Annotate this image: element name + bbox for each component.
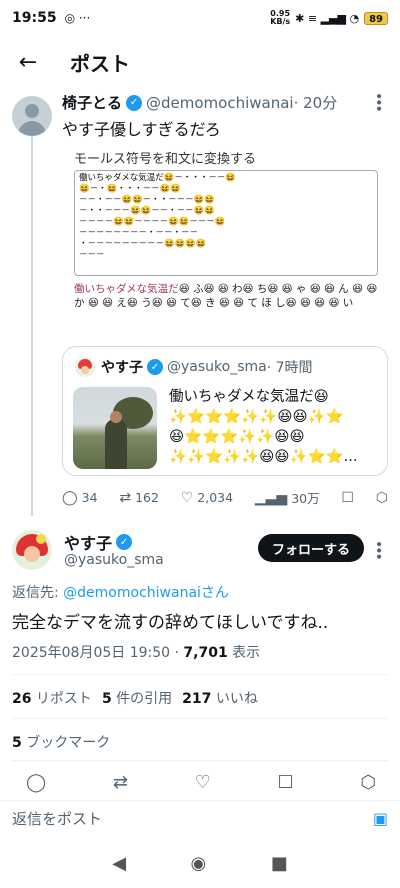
network-speed: 0.95 KB/s [270,9,291,26]
views-icon: ▁▃▅ [254,489,288,506]
repost-button[interactable]: ⇄ 162 [119,490,159,506]
reply-to-line: 返信先: @demomochiwanaiさん [12,585,229,601]
nav-home-icon[interactable]: ◉ [191,853,207,874]
page-title: ポスト [70,51,130,76]
like-button[interactable]: ♡ 2,034 [181,490,233,506]
share-icon: ⬡ [375,489,388,506]
main-action-row: ◯ ⇄ ♡ ☐ ⬡ [26,772,376,793]
follow-button[interactable]: フォローする [258,534,364,562]
divider [12,760,388,761]
back-arrow-icon[interactable]: ← [0,36,56,88]
heart-icon: ♡ [180,489,194,506]
post-header: 椅子とる ✓ @demomochiwanai · 20分 [62,92,392,113]
views-button[interactable]: ▁▃▅ 30万 [255,488,320,507]
quote-author-name: やす子 [101,360,143,376]
attached-image[interactable]: モールス符号を和文に変換する 働いちゃダメな気温だ😆－・・・－－😆 😆－・😆・・… [62,142,388,334]
photo-person [105,419,127,469]
quote-photo [73,387,157,469]
verified-badge-icon: ✓ [126,94,143,111]
post-time: · 20分 [293,94,338,112]
main-author-name[interactable]: やす子 [64,530,112,554]
connectivity-icons: ✱ ≡ ▂▄▆ ◔ [295,11,360,25]
status-bar: 19:55 ◎ ··· 0.95 KB/s ✱ ≡ ▂▄▆ ◔ 89 [0,0,400,36]
engagement-stats: 26 リポスト 5 件の引用 217 いいね [12,688,258,708]
nav-back-icon[interactable]: ◀ [112,853,126,874]
heart-icon[interactable]: ♡ [195,772,211,793]
bookmarks-stat: 5 ブックマーク [12,735,111,751]
avatar-face [24,546,40,562]
avatar-flower [36,534,46,544]
more-options-icon[interactable]: ••• [370,92,386,111]
image-title: モールス符号を和文に変換する [74,152,257,167]
avatar[interactable] [12,96,52,136]
reposts-stat[interactable]: 26 リポスト [12,688,92,708]
view-count: 7,701 [183,645,228,661]
avatar[interactable] [12,530,52,570]
main-author-handle[interactable]: @yasuko_sma [64,552,164,568]
divider [12,674,388,675]
quote-text: 働いちゃダメな気温だ😆 ✨⭐⭐⭐✨✨😆😆✨⭐ 😆⭐⭐⭐✨✨😆😆 ✨✨⭐✨✨😆😆✨… [169,389,358,465]
reply-icon: ◯ [62,489,78,506]
post-datetime[interactable]: 2025年08月05日 19:50 · [12,645,183,661]
repost-icon: ⇄ [119,489,132,506]
share-icon[interactable]: ⬡ [360,772,376,793]
verified-badge-icon: ✓ [147,359,163,375]
quote-header: やす子 ✓ @yasuko_sma · 7時間 [75,357,313,377]
author-handle[interactable]: @demomochiwanai [146,94,294,112]
default-avatar-body [18,121,46,136]
morse-result-text: 働いちゃダメな気温だ😆 ふ😆 😆 わ😆 ち😆 😆 ゃ 😆 😆 ん 😆 😆 か 😆… [74,283,378,309]
embedded-quote-card[interactable]: やす子 ✓ @yasuko_sma · 7時間 働いちゃダメな気温だ😆 ✨⭐⭐⭐… [62,346,388,476]
app-header: ← ポスト [0,36,400,88]
quote-time: · 7時間 [266,360,313,376]
nav-recents-icon[interactable]: ■ [271,853,288,874]
reply-input[interactable]: 返信をポスト [12,808,102,829]
likes-stat[interactable]: 217 いいね [182,688,258,708]
more-options-icon[interactable]: ••• [370,540,386,559]
bookmark-button[interactable]: ☐ [341,490,354,506]
photo-face [110,411,122,423]
notification-icons: ◎ ··· [64,11,91,25]
author-name[interactable]: 椅子とる [62,92,122,113]
verified-badge-icon: ✓ [116,534,133,550]
main-post-text: 完全なデマを流すの辞めてほしいですね.. [12,613,329,633]
main-author-name-row: やす子 ✓ [64,530,136,554]
camera-icon[interactable]: ▣ [373,809,388,828]
repost-icon[interactable]: ⇄ [113,772,128,793]
repost-count: 162 [135,490,159,505]
post-action-row: ◯ 34 ⇄ 162 ♡ 2,034 ▁▃▅ 30万 ☐ ⬡ [62,488,388,507]
post-metadata: 2025年08月05日 19:50 · 7,701 表示 [12,645,261,661]
default-avatar-head [25,104,39,118]
status-right-icons: 0.95 KB/s ✱ ≡ ▂▄▆ ◔ 89 [270,10,388,26]
reply-count: 34 [81,490,98,505]
bookmark-icon: ☐ [341,489,354,506]
divider [12,718,388,719]
views-count: 30万 [291,491,320,506]
reply-button[interactable]: ◯ 34 [62,490,98,506]
share-button[interactable]: ⬡ [376,490,388,506]
reply-icon[interactable]: ◯ [26,772,46,793]
avatar [75,357,95,377]
quote-author-handle: @yasuko_sma [167,359,267,375]
thread-line [31,136,33,516]
bookmark-icon[interactable]: ☐ [277,772,293,793]
post-text: やす子優しすぎるだろ [62,120,221,139]
like-count: 2,034 [197,490,234,505]
morse-input-box: 働いちゃダメな気温だ😆－・・・－－😆 😆－・😆・・・－－😆😆 －－・－－😆😆－・… [74,170,378,276]
battery-icon: 89 [364,11,388,25]
system-nav-bar: ◀ ◉ ■ [0,838,400,888]
reply-composer[interactable]: 返信をポスト ▣ [0,800,400,836]
quotes-stat[interactable]: 5 件の引用 [102,688,172,708]
reply-to-link[interactable]: @demomochiwanai [63,585,201,601]
status-time: 19:55 [12,10,57,26]
